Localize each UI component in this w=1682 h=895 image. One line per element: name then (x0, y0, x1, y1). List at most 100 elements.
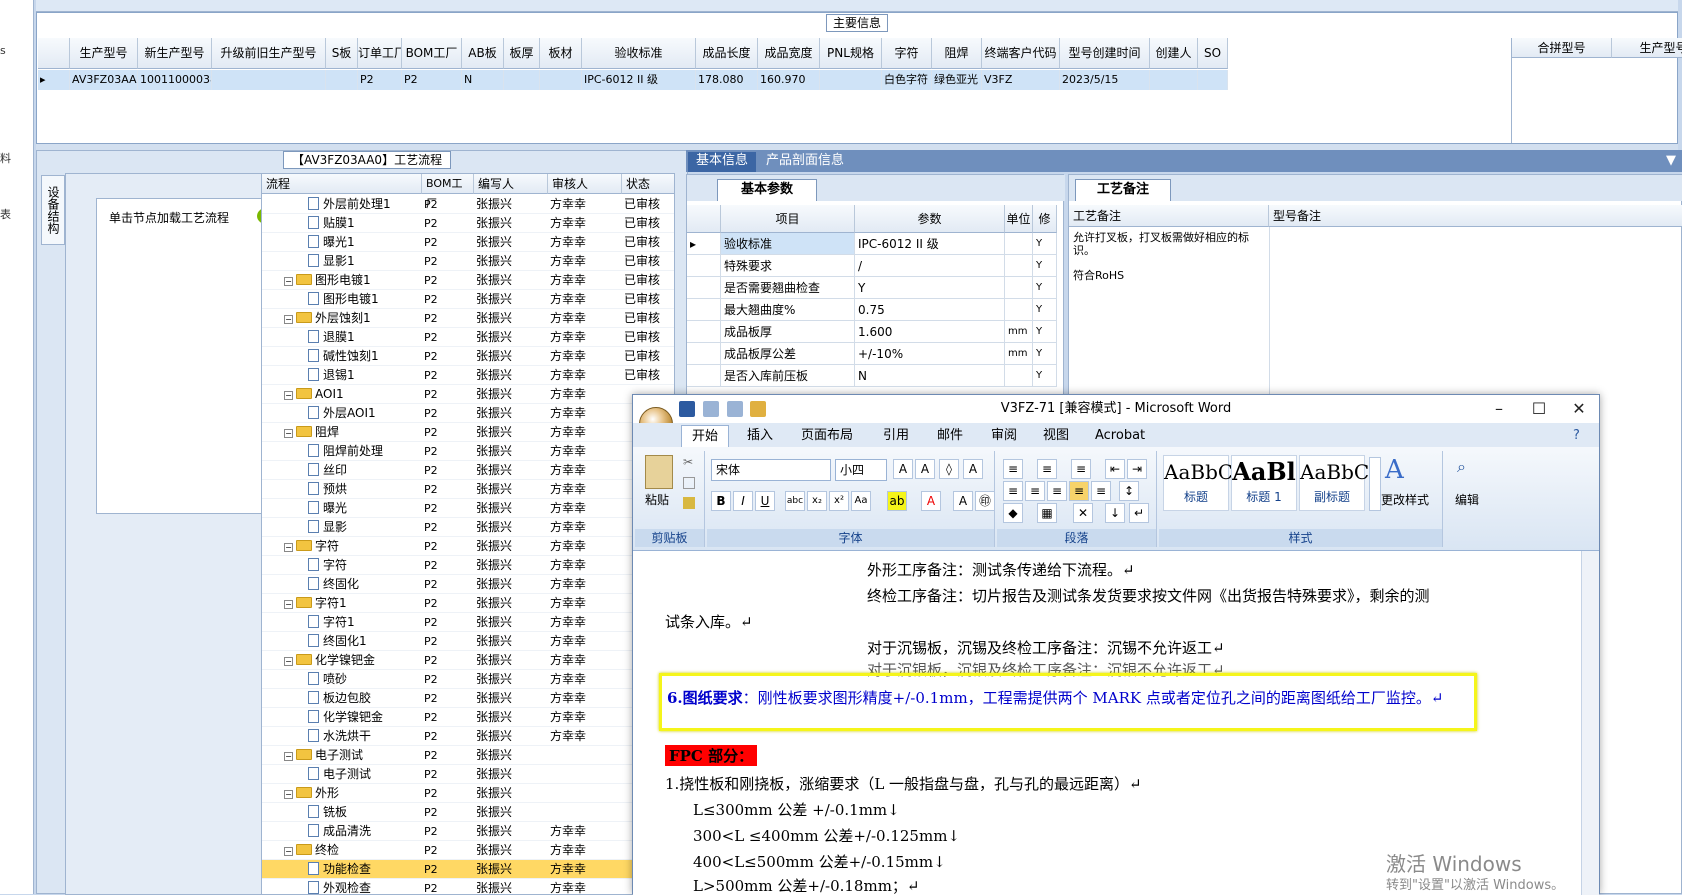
param-row[interactable]: 成品板厚 1.600 mm Y (687, 321, 1057, 343)
flow-row[interactable]: 铣板 P2 张振兴 (262, 803, 674, 822)
param-row[interactable]: 最大翘曲度% 0.75 Y (687, 299, 1057, 321)
minimize-icon[interactable]: – (1479, 395, 1519, 423)
show-marks-icon[interactable]: ↵ (1129, 503, 1149, 523)
style-heading[interactable]: AaBbC 标题 (1163, 455, 1233, 511)
param-value-cell[interactable]: +/-10% (855, 343, 1005, 365)
flow-row[interactable]: − 字符1 P2 张振兴 方幸幸 (262, 594, 674, 613)
flow-row[interactable]: 电子测试 P2 张振兴 (262, 765, 674, 784)
tab-references[interactable]: 引用 (873, 425, 919, 447)
help-icon[interactable]: ? (1563, 425, 1590, 447)
grid-cell[interactable] (540, 70, 582, 90)
grid-cell[interactable]: P2 (358, 70, 402, 90)
grid-column-header[interactable]: 订单工厂 (358, 38, 402, 69)
grid-cell[interactable] (1198, 70, 1228, 90)
col-writer[interactable]: 编写人 (474, 174, 548, 194)
superscript-icon[interactable]: x² (829, 491, 849, 511)
style-heading-1[interactable]: AaBl 标题 1 (1231, 455, 1297, 511)
grid-column-header[interactable]: 创建人 (1150, 38, 1198, 69)
open-folder-icon[interactable] (750, 401, 767, 417)
flow-row[interactable]: 丝印 P2 张振兴 方幸幸 (262, 461, 674, 480)
flow-row[interactable]: 曝光1 P2 张振兴 方幸幸 已审核 (262, 233, 674, 252)
flow-row[interactable]: 字符 P2 张振兴 方幸幸 (262, 556, 674, 575)
bullets-icon[interactable]: ≡ (1003, 459, 1023, 479)
tab-view[interactable]: 视图 (1033, 425, 1079, 447)
equipment-structure-tab[interactable]: 设备结构 (41, 175, 65, 245)
param-value-cell[interactable]: N (855, 365, 1005, 387)
line-spacing-icon[interactable]: ↕ (1119, 481, 1139, 501)
collapse-icon[interactable]: − (284, 429, 293, 438)
distribute-icon[interactable]: ≡ (1091, 481, 1111, 501)
grid-cell[interactable]: 白色字符 (882, 70, 932, 90)
align-left-icon[interactable]: ≡ (1003, 481, 1023, 501)
grid-cell[interactable] (326, 70, 358, 90)
flow-row[interactable]: 终固化1 P2 张振兴 方幸幸 (262, 632, 674, 651)
flow-row[interactable]: − 外形 P2 张振兴 (262, 784, 674, 803)
copy-icon[interactable] (683, 477, 695, 489)
tab-profile-info[interactable]: 产品剖面信息 (758, 152, 852, 172)
flow-row[interactable]: 阻焊前处理 P2 张振兴 方幸幸 (262, 442, 674, 461)
char-shading-icon[interactable]: A (953, 491, 973, 511)
clear-format-icon[interactable]: ◊ (939, 459, 959, 479)
grid-cell[interactable]: AV3FZ03AA0 (70, 70, 138, 90)
flow-row[interactable]: 化学镍钯金 P2 张振兴 方幸幸 (262, 708, 674, 727)
grid-column-header[interactable]: 生产型号 (70, 38, 138, 69)
flow-row[interactable]: 成品清洗 P2 张振兴 方幸幸 (262, 822, 674, 841)
grid-cell[interactable]: N (462, 70, 504, 90)
bold-icon[interactable]: B (711, 491, 731, 511)
grid-column-header[interactable]: 验收标准 (582, 38, 696, 69)
flow-row[interactable]: − 电子测试 P2 张振兴 (262, 746, 674, 765)
flow-row[interactable]: 退锡1 P2 张振兴 方幸幸 已审核 (262, 366, 674, 385)
collapse-icon[interactable]: − (284, 315, 293, 324)
grid-column-header[interactable]: 升级前旧生产型号 (212, 38, 326, 69)
col-modify[interactable]: 修 (1033, 205, 1057, 233)
grid-column-header[interactable]: 板厚 (504, 38, 540, 69)
save-icon[interactable] (679, 401, 695, 417)
flow-row[interactable]: 贴膜1 P2 张振兴 方幸幸 已审核 (262, 214, 674, 233)
grid-column-header[interactable]: 成品长度 (696, 38, 758, 69)
flow-row[interactable]: 碱性蚀刻1 P2 张振兴 方幸幸 已审核 (262, 347, 674, 366)
collapse-icon[interactable]: − (284, 543, 293, 552)
char-border-icon[interactable]: A (963, 459, 983, 479)
change-styles-icon[interactable]: A (1385, 455, 1404, 485)
flow-row[interactable]: 显影 P2 张振兴 方幸幸 (262, 518, 674, 537)
flow-row[interactable]: 预烘 P2 张振兴 方幸幸 (262, 480, 674, 499)
flow-row[interactable]: 退膜1 P2 张振兴 方幸幸 已审核 (262, 328, 674, 347)
flow-row[interactable]: 显影1 P2 张振兴 方幸幸 已审核 (262, 252, 674, 271)
grid-cell[interactable] (212, 70, 326, 90)
param-row[interactable]: 是否入库前压板 N Y (687, 365, 1057, 387)
col-item[interactable]: 项目 (721, 205, 855, 233)
align-center-icon[interactable]: ≡ (1025, 481, 1045, 501)
collapse-icon[interactable]: − (284, 847, 293, 856)
undo-icon[interactable] (702, 401, 719, 417)
grid-column-header[interactable]: 板材 (540, 38, 582, 69)
decrease-indent-icon[interactable]: ⇤ (1105, 459, 1125, 479)
shading-icon[interactable]: ◆ (1003, 503, 1023, 523)
param-value-cell[interactable]: Y (855, 277, 1005, 299)
col-unit[interactable]: 单位 (1005, 205, 1033, 233)
flow-row[interactable]: − 字符 P2 张振兴 方幸幸 (262, 537, 674, 556)
grid-column-header[interactable]: 新生产型号 (138, 38, 212, 69)
flow-row[interactable]: 字符1 P2 张振兴 方幸幸 (262, 613, 674, 632)
document-area[interactable]: 外形工序备注：测试条传递给下流程。↵ 终检工序备注：切片报告及测试条发货要求按文… (633, 551, 1599, 895)
font-color-icon[interactable]: A (921, 491, 941, 511)
flow-row[interactable]: − 图形电镀1 P2 张振兴 方幸幸 已审核 (262, 271, 674, 290)
collapse-icon[interactable]: − (284, 752, 293, 761)
grow-font-icon[interactable]: A (893, 459, 913, 479)
flow-row[interactable]: 板边包胶 P2 张振兴 方幸幸 (262, 689, 674, 708)
grid-column-header[interactable]: BOM工厂 (402, 38, 462, 69)
highlight-icon[interactable]: ab (887, 491, 907, 511)
redo-icon[interactable] (726, 401, 743, 417)
flow-row[interactable]: 外观检查 P2 张振兴 方幸幸 (262, 879, 674, 894)
flow-row[interactable]: 图形电镀1 P2 张振兴 方幸幸 已审核 (262, 290, 674, 309)
flow-row[interactable]: 水洗烘干 P2 张振兴 方幸幸 (262, 727, 674, 746)
flow-row[interactable]: − 化学镍钯金 P2 张振兴 方幸幸 (262, 651, 674, 670)
param-value-cell[interactable]: IPC-6012 II 级 (855, 233, 1005, 255)
paste-label[interactable]: 粘贴 (645, 491, 669, 508)
flow-row[interactable]: 曝光 P2 张振兴 方幸幸 (262, 499, 674, 518)
tab-home[interactable]: 开始 (681, 425, 730, 447)
document-scrollbar[interactable] (1581, 551, 1599, 895)
grid-column-header[interactable]: PNL规格 (820, 38, 882, 69)
grid-cell[interactable]: 2023/5/15 (1060, 70, 1150, 90)
process-memo-text[interactable]: 允许打叉板，打叉板需做好相应的标识。 (1073, 231, 1255, 257)
grid-cell[interactable]: 绿色亚光 (932, 70, 982, 90)
